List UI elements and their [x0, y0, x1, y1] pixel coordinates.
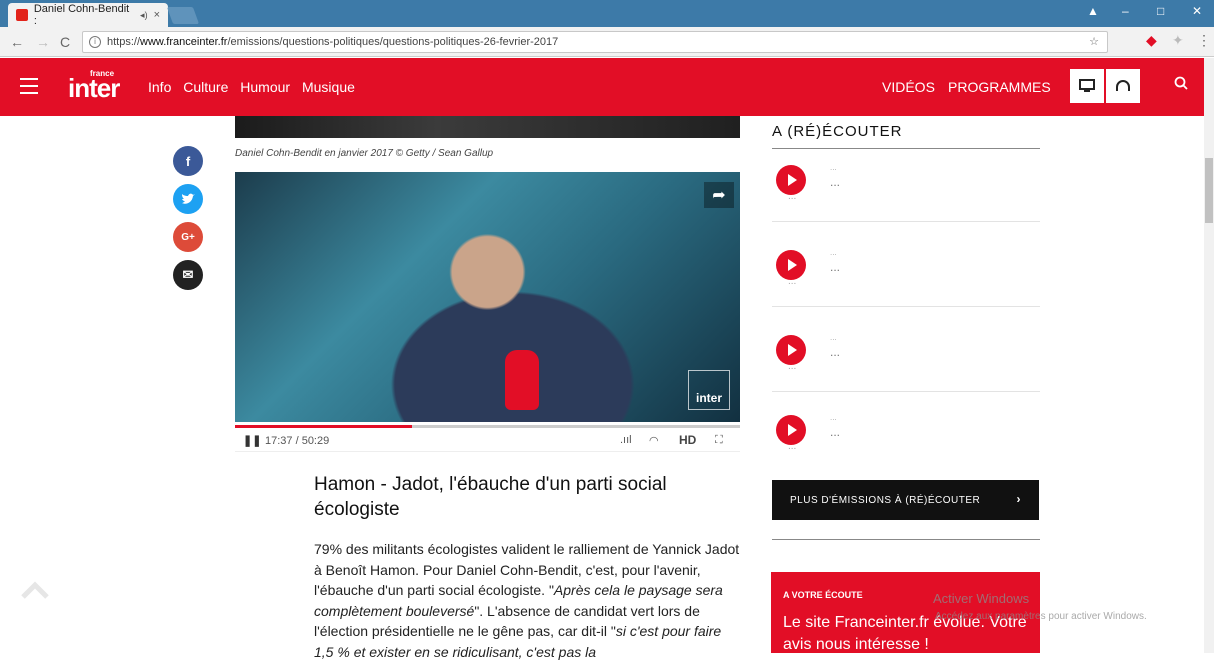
- sidebar-title: A (RÉ)ÉCOUTER: [772, 123, 903, 140]
- podcast-meta: ...: [788, 191, 797, 202]
- extension-icon[interactable]: ✦: [1172, 32, 1184, 49]
- back-to-top-icon[interactable]: [20, 580, 50, 600]
- fullscreen-icon[interactable]: ⛶: [715, 434, 723, 447]
- tab-close-icon[interactable]: ×: [154, 9, 160, 21]
- google-plus-share-icon[interactable]: G+: [173, 222, 203, 252]
- windows-activation-title: Activer Windows: [933, 591, 1030, 606]
- podcast-meta: ...: [788, 441, 797, 452]
- reload-icon[interactable]: C: [60, 34, 70, 50]
- podcast-meta: ...: [788, 361, 797, 372]
- podcast-item[interactable]: ... ... ...: [772, 248, 1040, 318]
- signal-icon[interactable]: .ııl: [620, 434, 632, 446]
- podcast-title[interactable]: ...: [830, 175, 840, 189]
- url-input[interactable]: i https://www.franceinter.fr/emissions/q…: [82, 31, 1108, 53]
- podcast-item[interactable]: ... ... ...: [772, 413, 1040, 483]
- nav-item-culture[interactable]: Culture: [183, 79, 228, 95]
- site-logo[interactable]: inter: [68, 73, 120, 104]
- address-bar-row: ← → C i https://www.franceinter.fr/emiss…: [0, 27, 1214, 57]
- divider: [772, 221, 1040, 222]
- profile-icon[interactable]: ▲: [1087, 4, 1099, 18]
- bookmark-star-icon[interactable]: ☆: [1089, 35, 1099, 48]
- article-image: [235, 116, 740, 138]
- tab-title: Daniel Cohn-Bendit :: [33, 3, 130, 27]
- divider: [772, 148, 1040, 149]
- minimize-icon[interactable]: –: [1122, 4, 1129, 18]
- video-watermark: inter: [688, 370, 730, 410]
- facebook-share-icon[interactable]: f: [173, 146, 203, 176]
- podcast-title[interactable]: ...: [830, 260, 840, 274]
- url-path: /emissions/questions-politiques/question…: [227, 36, 559, 48]
- url-host: www.franceinter.fr: [140, 36, 228, 48]
- twitter-share-icon[interactable]: [173, 184, 203, 214]
- podcast-kicker: ...: [830, 248, 837, 257]
- podcast-kicker: ...: [830, 413, 837, 422]
- info-icon[interactable]: i: [89, 36, 101, 48]
- nav-item-programmes[interactable]: PROGRAMMES: [948, 79, 1051, 95]
- nav-item-musique[interactable]: Musique: [302, 79, 355, 95]
- extension-icon[interactable]: ◆: [1146, 32, 1157, 49]
- pause-icon[interactable]: ❚❚: [243, 434, 261, 447]
- live-tv-button[interactable]: [1070, 69, 1104, 103]
- menu-kebab-icon[interactable]: ⋮: [1197, 32, 1211, 49]
- microphone-illustration: [505, 350, 539, 410]
- progress-bar[interactable]: [235, 425, 740, 428]
- browser-tab[interactable]: Daniel Cohn-Bendit : ◂) ×: [8, 3, 168, 27]
- back-icon[interactable]: ←: [10, 34, 24, 50]
- nav-item-humour[interactable]: Humour: [240, 79, 290, 95]
- podcast-meta: ...: [788, 276, 797, 287]
- podcast-item[interactable]: ... ... ...: [772, 333, 1040, 403]
- article-headline: Hamon - Jadot, l'ébauche d'un parti soci…: [314, 474, 667, 520]
- new-tab-button[interactable]: [166, 7, 200, 24]
- nav-item-videos[interactable]: VIDÉOS: [882, 79, 935, 95]
- more-episodes-label: PLUS D'ÉMISSIONS À (RÉ)ÉCOUTER: [790, 494, 981, 506]
- hamburger-menu-icon[interactable]: [20, 78, 38, 99]
- podcast-kicker: ...: [830, 333, 837, 342]
- divider: [772, 391, 1040, 392]
- site-header: france inter Info Culture Humour Musique…: [0, 58, 1204, 116]
- search-icon[interactable]: [1174, 76, 1188, 95]
- more-episodes-button[interactable]: PLUS D'ÉMISSIONS À (RÉ)ÉCOUTER ›: [772, 480, 1039, 520]
- maximize-icon[interactable]: □: [1157, 4, 1164, 18]
- share-arrow-icon[interactable]: ➦: [704, 182, 734, 208]
- progress-fill: [235, 425, 412, 428]
- close-window-icon[interactable]: ✕: [1192, 4, 1202, 18]
- speed-icon[interactable]: ◠: [649, 434, 659, 447]
- podcast-title[interactable]: ...: [830, 425, 840, 439]
- windows-activation-subtitle: Accédez aux paramètres pour activer Wind…: [935, 611, 1147, 622]
- site-favicon-icon: [16, 9, 28, 21]
- forward-icon[interactable]: →: [36, 34, 50, 50]
- main-nav: Info Culture Humour Musique: [148, 79, 363, 95]
- tv-icon: [1079, 79, 1095, 92]
- page-scrollbar[interactable]: [1204, 58, 1214, 653]
- divider: [772, 306, 1040, 307]
- player-time: 17:37 / 50:29: [265, 435, 330, 447]
- headphones-icon: [1116, 80, 1130, 91]
- player-controls: ❚❚ 17:37 / 50:29 .ııl ◠ HD ⛶: [235, 422, 740, 452]
- podcast-kicker: ...: [830, 163, 837, 172]
- podcast-title[interactable]: ...: [830, 345, 840, 359]
- live-radio-button[interactable]: [1106, 69, 1140, 103]
- speaker-icon[interactable]: ◂): [140, 10, 148, 21]
- url-prefix: https://: [107, 36, 141, 48]
- browser-tab-bar: Daniel Cohn-Bendit : ◂) × ▲ – □ ✕: [0, 0, 1214, 27]
- image-caption: Daniel Cohn-Bendit en janvier 2017 © Get…: [235, 148, 494, 159]
- scrollbar-thumb[interactable]: [1205, 158, 1213, 223]
- video-player[interactable]: ➦ inter: [235, 172, 740, 422]
- chevron-right-icon: ›: [1016, 492, 1021, 506]
- nav-item-info[interactable]: Info: [148, 79, 171, 95]
- podcast-item[interactable]: ... ... ...: [772, 163, 1040, 233]
- article-body: 79% des militants écologistes valident l…: [314, 541, 740, 660]
- promo-kicker: A VOTRE ÉCOUTE: [783, 590, 863, 600]
- divider: [772, 539, 1040, 540]
- hd-toggle[interactable]: HD: [679, 433, 696, 447]
- email-share-icon[interactable]: ✉: [173, 260, 203, 290]
